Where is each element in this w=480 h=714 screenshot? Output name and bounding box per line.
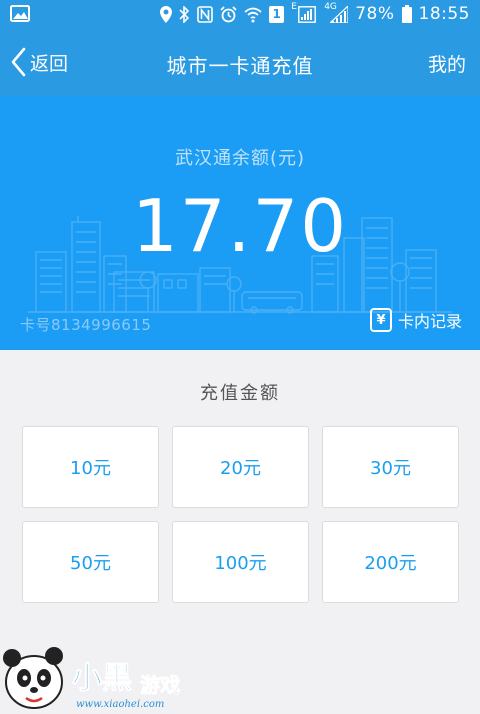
amount-option-100[interactable]: 100元 xyxy=(172,521,309,603)
alarm-icon xyxy=(220,5,237,22)
bluetooth-icon xyxy=(179,5,190,23)
amount-option-20[interactable]: 20元 xyxy=(172,426,309,508)
card-records-link[interactable]: ¥ 卡内记录 xyxy=(369,308,462,332)
balance-label: 武汉通余额(元) xyxy=(174,148,306,169)
sim-badge: 1 xyxy=(269,5,285,23)
amount-option-50[interactable]: 50元 xyxy=(22,521,159,603)
clock: 18:55 xyxy=(418,4,470,24)
my-button[interactable]: 我的 xyxy=(428,50,466,77)
amount-option-200[interactable]: 200元 xyxy=(322,521,459,603)
battery-percent: 78% xyxy=(355,4,395,24)
yen-receipt-icon: ¥ xyxy=(369,308,392,332)
balance-card: 武汉通余额(元) 17.70 卡号8134996615 ¥ 卡内记录 xyxy=(0,96,480,350)
amount-option-30[interactable]: 30元 xyxy=(322,426,459,508)
svg-text:小黑: 小黑 xyxy=(72,661,132,696)
card-records-label: 卡内记录 xyxy=(397,312,462,331)
location-icon xyxy=(160,5,173,23)
svg-text:游戏: 游戏 xyxy=(140,673,180,697)
signal-1-icon: E xyxy=(291,2,317,24)
gallery-notification-icon xyxy=(10,5,30,22)
card-number: 卡号8134996615 xyxy=(20,316,152,334)
amount-option-10[interactable]: 10元 xyxy=(22,426,159,508)
signal-2-icon: 4G xyxy=(324,2,349,24)
watermark-url: www.xiaohei.com xyxy=(76,699,165,710)
network-e-label: E xyxy=(291,2,297,12)
nfc-icon xyxy=(197,5,214,23)
page-title: 城市一卡通充值 xyxy=(166,54,314,78)
nav-bar: 返回 城市一卡通充值 我的 xyxy=(0,28,480,96)
recharge-amount-title: 充值金额 xyxy=(200,383,280,404)
status-bar: 1 E 4G 78% 18:55 xyxy=(0,0,480,28)
battery-icon xyxy=(401,5,412,23)
wifi-icon xyxy=(244,7,262,22)
balance-amount: 17.70 xyxy=(131,184,349,268)
